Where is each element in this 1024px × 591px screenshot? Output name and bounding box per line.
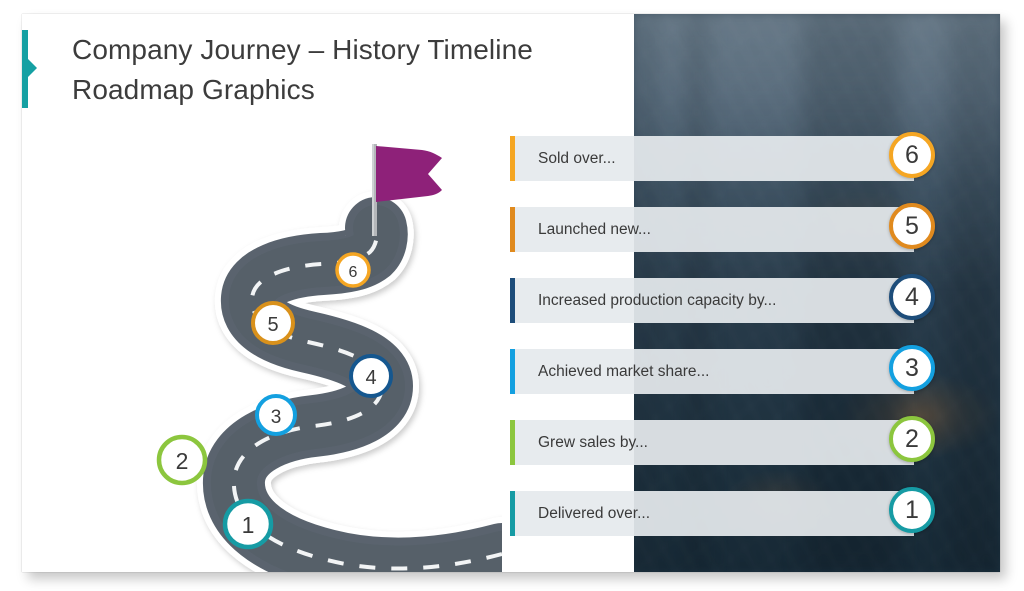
flag-pole-highlight xyxy=(372,144,374,236)
list-item-number-badge: 2 xyxy=(889,416,935,462)
road-marker-1: 1 xyxy=(222,498,274,550)
svg-text:4: 4 xyxy=(365,367,376,389)
list-item-label: Increased production capacity by... xyxy=(538,292,777,309)
road-marker-3: 3 xyxy=(255,394,297,436)
list-item[interactable]: Launched new... 5 xyxy=(510,203,935,252)
list-item-label: Delivered over... xyxy=(538,505,650,522)
list-item-label: Grew sales by... xyxy=(538,434,648,451)
list-item-accent-bar xyxy=(510,136,515,181)
screenshot-root: Company Journey – History Timeline Roadm… xyxy=(0,0,1024,591)
list-item-number-badge: 5 xyxy=(889,203,935,249)
list-item-accent-bar xyxy=(510,207,515,252)
list-item[interactable]: Achieved market share... 3 xyxy=(510,345,935,394)
list-item-number-badge: 6 xyxy=(889,132,935,178)
road-marker-6: 6 xyxy=(335,252,371,288)
list-item[interactable]: Grew sales by... 2 xyxy=(510,416,935,465)
list-item-label: Launched new... xyxy=(538,221,651,238)
road-marker-2: 2 xyxy=(156,434,208,486)
svg-text:6: 6 xyxy=(349,264,358,281)
milestone-list: Sold over... 6 Launched new... 5 Increas… xyxy=(510,114,976,544)
svg-text:5: 5 xyxy=(267,314,278,336)
list-item-accent-bar xyxy=(510,278,515,323)
road-marker-5: 5 xyxy=(251,301,295,345)
list-item[interactable]: Increased production capacity by... 4 xyxy=(510,274,935,323)
list-item-number-badge: 1 xyxy=(889,487,935,533)
list-item-label: Achieved market share... xyxy=(538,363,710,380)
list-item-accent-bar xyxy=(510,349,515,394)
svg-text:3: 3 xyxy=(271,407,282,428)
page-title: Company Journey – History Timeline Roadm… xyxy=(72,34,533,105)
svg-text:2: 2 xyxy=(176,448,189,474)
list-item-number-badge: 3 xyxy=(889,345,935,391)
title-accent-arrow-icon xyxy=(28,59,37,77)
presentation-slide: Company Journey – History Timeline Roadm… xyxy=(22,14,1000,572)
roadmap-illustration: 6 5 4 3 2 1 xyxy=(82,124,502,572)
road-marker-4: 4 xyxy=(349,354,393,398)
list-item-label: Sold over... xyxy=(538,150,616,167)
list-item[interactable]: Sold over... 6 xyxy=(510,132,935,181)
flag-banner xyxy=(376,146,442,202)
list-item-number-badge: 4 xyxy=(889,274,935,320)
svg-text:1: 1 xyxy=(242,512,255,538)
list-item-accent-bar xyxy=(510,491,515,536)
list-item-accent-bar xyxy=(510,420,515,465)
list-item[interactable]: Delivered over... 1 xyxy=(510,487,935,536)
